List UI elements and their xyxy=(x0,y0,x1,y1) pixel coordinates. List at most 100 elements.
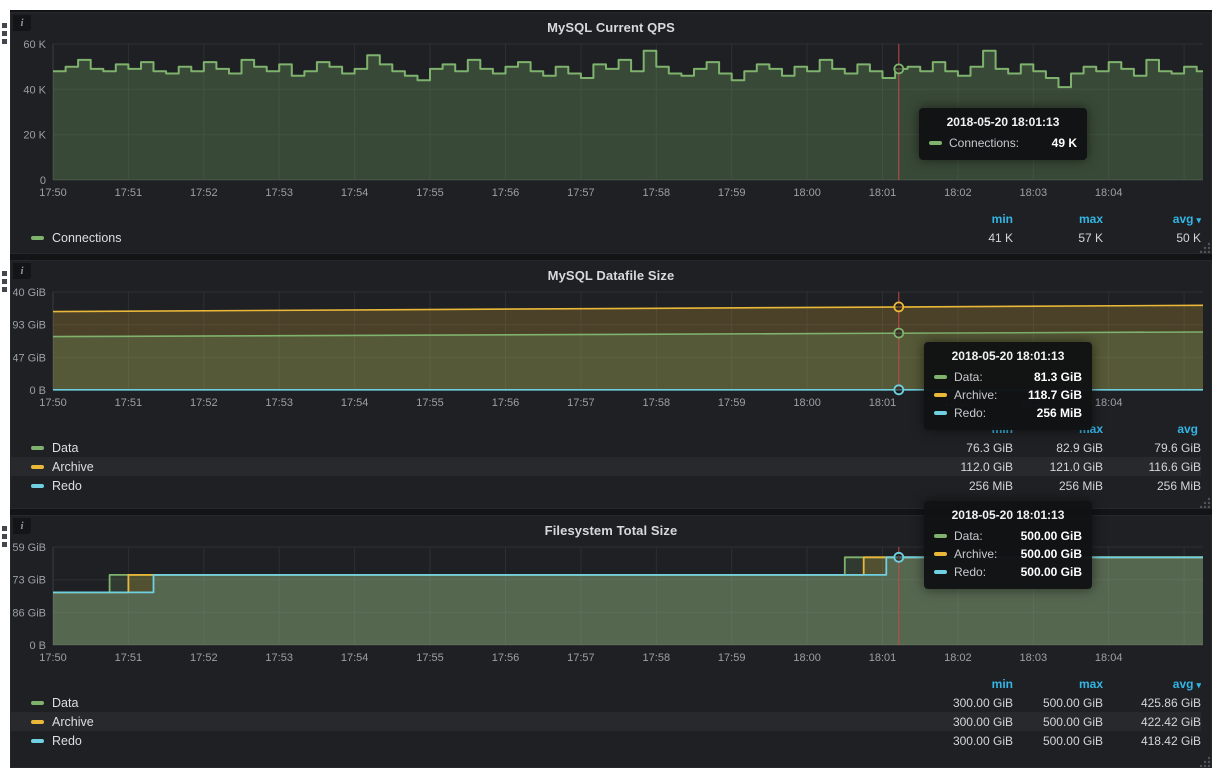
legend-header-row: min max avg xyxy=(11,420,1201,438)
panel-resize-handle[interactable] xyxy=(1198,754,1210,766)
legend-series-toggle[interactable]: Redo xyxy=(11,734,923,748)
series-color-dash-icon xyxy=(31,701,44,705)
panel-drag-handle[interactable] xyxy=(2,271,7,292)
panel-title[interactable]: Filesystem Total Size xyxy=(11,516,1211,541)
svg-text:18:02: 18:02 xyxy=(944,187,972,199)
panel-title[interactable]: MySQL Datafile Size xyxy=(11,261,1211,286)
svg-text:0 B: 0 B xyxy=(29,640,46,652)
svg-text:17:59: 17:59 xyxy=(718,652,746,664)
svg-text:18:00: 18:00 xyxy=(793,187,821,199)
svg-text:373 GiB: 373 GiB xyxy=(13,575,46,587)
legend-series-toggle[interactable]: Archive xyxy=(11,715,923,729)
legend-series-toggle[interactable]: Data xyxy=(11,696,923,710)
legend-sort-max[interactable]: max xyxy=(1013,677,1103,691)
chart-region: 0 B186 GiB373 GiB559 GiB17:5017:5117:521… xyxy=(11,541,1211,672)
svg-text:18:01: 18:01 xyxy=(869,652,897,664)
panel-mysql-current-qps: i MySQL Current QPS 020 K40 K60 K17:5017… xyxy=(10,12,1212,254)
legend-sort-max[interactable]: max xyxy=(1013,212,1103,226)
svg-text:18:02: 18:02 xyxy=(944,397,972,409)
legend-sort-min[interactable]: min xyxy=(923,677,1013,691)
svg-text:18:03: 18:03 xyxy=(1020,397,1048,409)
legend-min-value: 300.00 GiB xyxy=(923,734,1013,748)
legend-series-toggle[interactable]: Redo xyxy=(11,479,923,493)
panel-title[interactable]: MySQL Current QPS xyxy=(11,13,1211,38)
svg-text:18:00: 18:00 xyxy=(793,397,821,409)
panel-drag-handle[interactable] xyxy=(2,23,7,44)
legend-avg-value: 425.86 GiB xyxy=(1103,696,1201,710)
svg-text:17:52: 17:52 xyxy=(190,187,218,199)
grafana-dashboard: i MySQL Current QPS 020 K40 K60 K17:5017… xyxy=(10,10,1212,768)
svg-text:17:52: 17:52 xyxy=(190,652,218,664)
svg-text:17:55: 17:55 xyxy=(416,397,444,409)
svg-text:17:55: 17:55 xyxy=(416,652,444,664)
legend-row-data: Data 76.3 GiB 82.9 GiB 79.6 GiB xyxy=(11,438,1201,457)
svg-text:17:53: 17:53 xyxy=(265,397,293,409)
legend-row-data: Data 300.00 GiB 500.00 GiB 425.86 GiB xyxy=(11,693,1201,712)
panel-info-icon[interactable]: i xyxy=(13,15,31,31)
legend-min-value: 256 MiB xyxy=(923,479,1013,493)
datafile-size-chart[interactable]: 0 B47 GiB93 GiB140 GiB17:5017:5117:5217:… xyxy=(13,286,1209,412)
series-color-dash-icon xyxy=(31,236,44,240)
legend-avg-value: 418.42 GiB xyxy=(1103,734,1201,748)
series-color-dash-icon xyxy=(31,446,44,450)
svg-text:18:03: 18:03 xyxy=(1020,652,1048,664)
svg-text:17:50: 17:50 xyxy=(39,397,67,409)
svg-text:17:59: 17:59 xyxy=(718,187,746,199)
svg-text:17:54: 17:54 xyxy=(341,652,369,664)
legend-max-value: 256 MiB xyxy=(1013,479,1103,493)
svg-text:18:04: 18:04 xyxy=(1095,397,1123,409)
svg-text:18:01: 18:01 xyxy=(869,397,897,409)
series-color-dash-icon xyxy=(31,465,44,469)
legend-sort-avg[interactable]: avg▾ xyxy=(1103,212,1201,226)
panel-info-icon[interactable]: i xyxy=(13,518,31,534)
legend-row-archive: Archive 300.00 GiB 500.00 GiB 422.42 GiB xyxy=(11,712,1201,731)
legend-header-row: min max avg▾ xyxy=(11,675,1201,693)
svg-text:186 GiB: 186 GiB xyxy=(13,607,46,619)
legend-sort-avg[interactable]: avg xyxy=(1103,422,1201,436)
svg-text:17:52: 17:52 xyxy=(190,397,218,409)
legend-row-redo: Redo 256 MiB 256 MiB 256 MiB xyxy=(11,476,1201,495)
legend-avg-value: 79.6 GiB xyxy=(1103,441,1201,455)
legend-max-value: 500.00 GiB xyxy=(1013,696,1103,710)
legend-avg-value: 116.6 GiB xyxy=(1103,460,1201,474)
svg-text:17:51: 17:51 xyxy=(115,652,143,664)
panel-info-icon[interactable]: i xyxy=(13,263,31,279)
svg-text:93 GiB: 93 GiB xyxy=(13,320,46,332)
panel-drag-handle[interactable] xyxy=(2,526,7,547)
legend-series-toggle[interactable]: Archive xyxy=(11,460,923,474)
qps-chart[interactable]: 020 K40 K60 K17:5017:5117:5217:5317:5417… xyxy=(13,38,1209,202)
legend-sort-avg[interactable]: avg▾ xyxy=(1103,677,1201,691)
svg-text:18:02: 18:02 xyxy=(944,652,972,664)
filesystem-size-chart[interactable]: 0 B186 GiB373 GiB559 GiB17:5017:5117:521… xyxy=(13,541,1209,667)
legend: min max avg▾ Data 300.00 GiB 500.00 GiB … xyxy=(11,675,1211,750)
legend-max-value: 500.00 GiB xyxy=(1013,734,1103,748)
legend-sort-min[interactable]: min xyxy=(923,422,1013,436)
sort-caret-icon: ▾ xyxy=(1196,680,1201,690)
svg-text:559 GiB: 559 GiB xyxy=(13,542,46,554)
svg-text:17:55: 17:55 xyxy=(416,187,444,199)
legend-min-value: 76.3 GiB xyxy=(923,441,1013,455)
svg-text:17:56: 17:56 xyxy=(492,397,520,409)
legend-sort-max[interactable]: max xyxy=(1013,422,1103,436)
svg-text:18:01: 18:01 xyxy=(869,187,897,199)
panel-mysql-datafile-size: i MySQL Datafile Size 0 B47 GiB93 GiB140… xyxy=(10,260,1212,509)
legend-sort-min[interactable]: min xyxy=(923,212,1013,226)
svg-text:17:56: 17:56 xyxy=(492,652,520,664)
panel-resize-handle[interactable] xyxy=(1198,495,1210,507)
legend-row-archive: Archive 112.0 GiB 121.0 GiB 116.6 GiB xyxy=(11,457,1201,476)
panel-resize-handle[interactable] xyxy=(1198,240,1210,252)
svg-text:0 B: 0 B xyxy=(29,385,46,397)
svg-text:18:03: 18:03 xyxy=(1020,187,1048,199)
svg-text:40 K: 40 K xyxy=(23,84,46,96)
svg-text:47 GiB: 47 GiB xyxy=(13,352,46,364)
legend-max-value: 82.9 GiB xyxy=(1013,441,1103,455)
legend-series-toggle[interactable]: Connections xyxy=(11,231,923,245)
legend-avg-value: 50 K xyxy=(1103,231,1201,245)
svg-text:17:54: 17:54 xyxy=(341,187,369,199)
svg-text:18:04: 18:04 xyxy=(1095,652,1123,664)
chart-region: 0 B47 GiB93 GiB140 GiB17:5017:5117:5217:… xyxy=(11,286,1211,417)
legend-header-row: min max avg▾ xyxy=(11,210,1201,228)
legend-series-toggle[interactable]: Data xyxy=(11,441,923,455)
svg-text:17:58: 17:58 xyxy=(643,652,671,664)
svg-text:20 K: 20 K xyxy=(23,130,46,142)
